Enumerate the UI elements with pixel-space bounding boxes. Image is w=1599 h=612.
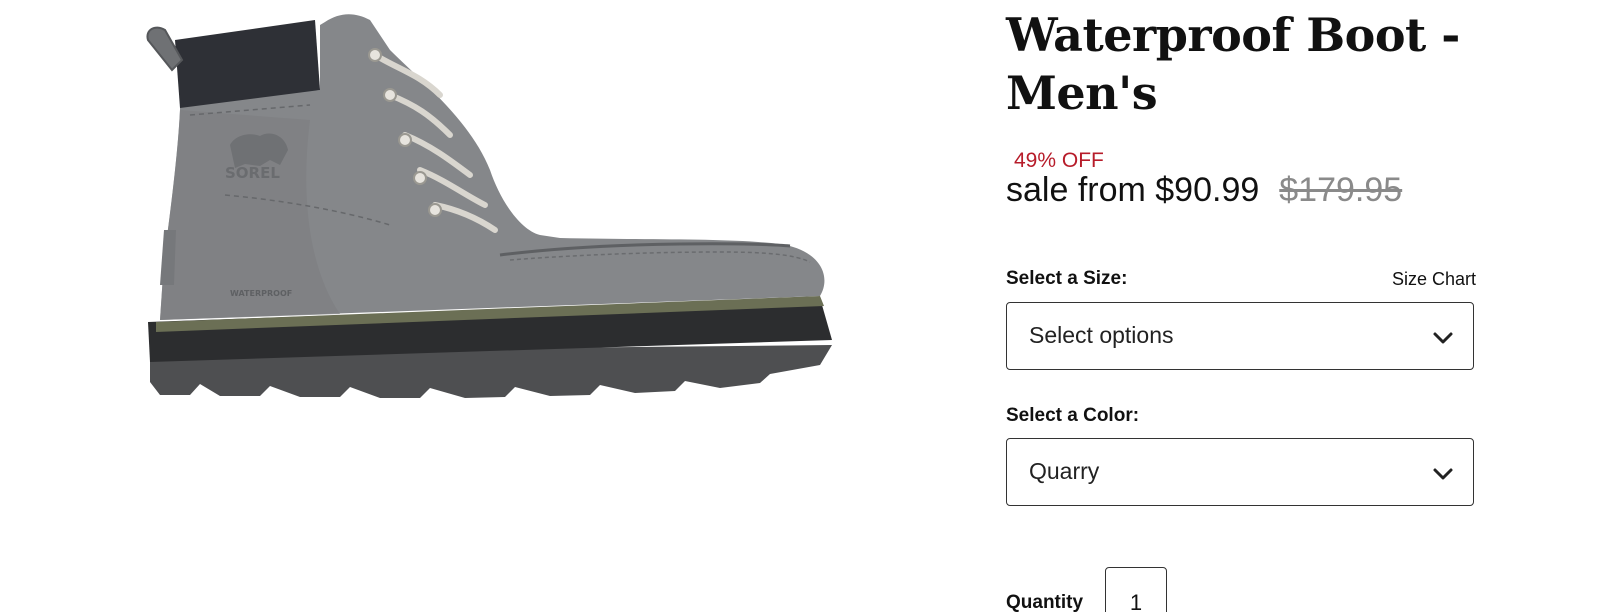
product-page: SOREL WATERPROOF Waterproof Boot - Men's… [0, 0, 1599, 612]
price-row: sale from $90.99 $179.95 [1006, 171, 1402, 210]
svg-text:SOREL: SOREL [225, 164, 280, 182]
quantity-input[interactable]: 1 [1105, 567, 1167, 612]
size-select[interactable]: Select options [1006, 302, 1474, 370]
color-select[interactable]: Quarry [1006, 438, 1474, 506]
product-title: Waterproof Boot - Men's [1006, 8, 1460, 120]
chevron-down-icon [1433, 332, 1453, 344]
color-label: Select a Color: [1006, 405, 1140, 426]
original-price: $179.95 [1279, 171, 1403, 209]
sale-price: sale from $90.99 [1006, 171, 1260, 209]
size-chart-link[interactable]: Size Chart [1392, 269, 1476, 290]
chevron-down-icon [1433, 468, 1453, 480]
discount-badge: 49% OFF [1014, 149, 1104, 172]
color-select-value: Quarry [1029, 458, 1100, 484]
quantity-label: Quantity [1006, 592, 1084, 612]
size-select-value: Select options [1029, 322, 1174, 348]
svg-text:WATERPROOF: WATERPROOF [230, 289, 292, 298]
boot-illustration: SOREL WATERPROOF [146, 14, 832, 398]
quantity-row: Quantity 1 [1006, 566, 1476, 612]
product-image: SOREL WATERPROOF [120, 0, 860, 420]
size-label: Select a Size: [1006, 268, 1128, 289]
